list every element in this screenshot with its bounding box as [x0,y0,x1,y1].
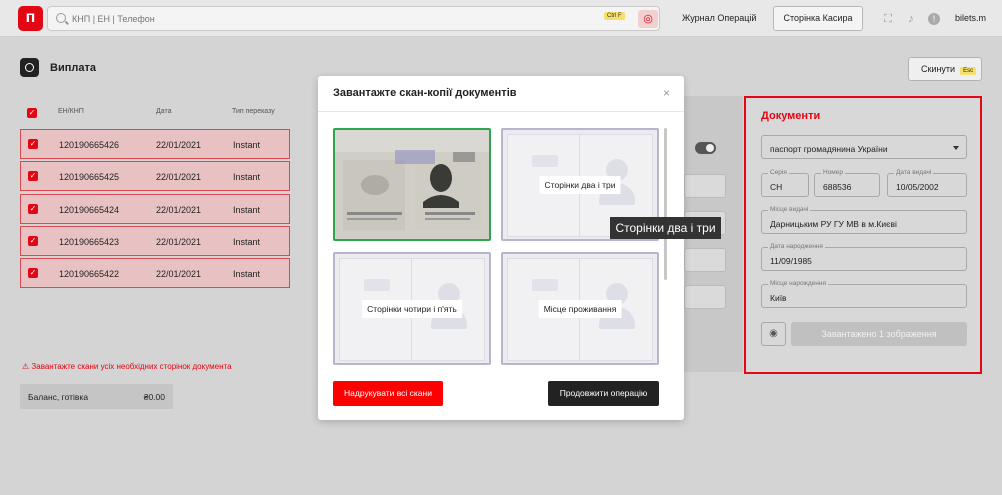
column-header-type: Тип переказу [232,108,275,115]
modal-divider [318,111,684,112]
issued-by-value: Дарницьким РУ ГУ МВ в м.Києві [770,219,897,229]
print-all-button[interactable]: Надрукувати всі скани [333,381,443,406]
table-row[interactable]: ✓ 120190665423 22/01/2021 Instant [20,226,290,256]
journal-link[interactable]: Журнал Операцій [682,13,756,23]
close-icon[interactable]: × [663,86,670,100]
modal-scrollbar[interactable] [664,128,667,280]
search-box[interactable]: Ctrl F ◎ [47,6,660,31]
row-checkbox[interactable]: ✓ [28,268,38,278]
row-id: 120190665424 [59,205,120,215]
number-value: 688536 [823,182,852,192]
series-value: СН [770,182,783,192]
scan-icon[interactable]: ◎ [638,10,658,28]
form-field[interactable] [684,248,726,272]
table-row[interactable]: ✓ 120190665424 22/01/2021 Instant [20,194,290,224]
birth-place-field[interactable]: Місце нарождення Київ [761,280,967,308]
series-field[interactable]: Серія СН [761,169,809,197]
scan-card-pages-4-5[interactable]: Сторінки чотири і п'ять [333,252,491,365]
reset-shortcut-badge: Esc [960,67,977,75]
series-label: Серія [768,169,789,176]
row-id: 120190665422 [59,269,120,279]
reset-label: Скинути [921,64,956,74]
app-logo[interactable]: п [18,6,43,31]
user-name[interactable]: bilets.m [955,13,986,23]
scan-card-residence[interactable]: Місце проживання [501,252,659,365]
birth-place-value: Київ [770,293,787,303]
payout-icon [20,58,39,77]
bell-icon[interactable]: ♪ [905,13,917,25]
row-checkbox[interactable]: ✓ [28,204,38,214]
row-date: 22/01/2021 [156,140,202,150]
issue-date-field[interactable]: Дата видачі 10/05/2002 [887,169,967,197]
search-input[interactable] [72,11,572,27]
card-label: Сторінки чотири і п'ять [362,299,462,318]
loaded-images-button[interactable]: Завантажено 1 зображення [791,322,967,346]
table-row[interactable]: ✓ 120190665426 22/01/2021 Instant [20,129,290,159]
toggle-switch[interactable] [695,142,716,154]
card-label: Сторінки два і три [539,175,621,194]
tooltip: Сторінки два і три [610,217,721,239]
form-field[interactable] [684,174,726,198]
search-icon [56,13,66,23]
issued-by-field[interactable]: Місце видачі Дарницьким РУ ГУ МВ в м.Києв… [761,206,967,234]
balance-value: ₴0.00 [143,392,165,402]
row-type: Instant [233,172,261,182]
column-header-date: Дата [156,108,172,115]
modal-title: Завантажте скан-копії документів [333,87,517,99]
alert-icon[interactable]: ! [928,13,940,25]
reset-button[interactable]: Скинути Esc [908,57,982,81]
flag-icon [532,155,558,167]
continue-button[interactable]: Продовжити операцію [548,381,659,406]
number-field[interactable]: Номер 688536 [814,169,880,197]
row-date: 22/01/2021 [156,269,202,279]
row-id: 120190665425 [59,172,120,182]
chevron-down-icon [953,146,959,150]
number-label: Номер [821,169,846,176]
balance-label: Баланс, готівка [28,392,89,402]
row-id: 120190665426 [59,140,120,150]
documents-title: Документи [761,110,821,122]
form-field[interactable] [684,285,726,309]
row-date: 22/01/2021 [156,237,202,247]
scan-card-passport-photo[interactable] [333,128,491,241]
scan-warning: ⚠ Завантажте скани усіх необхідних сторі… [22,362,232,371]
row-type: Instant [233,269,261,279]
issue-date-label: Дата видачі [894,169,934,176]
birth-date-label: Дата народження [768,243,825,250]
issued-by-label: Місце видачі [768,206,811,213]
document-type-select[interactable]: паспорт громадянина України [761,135,967,159]
row-checkbox[interactable]: ✓ [28,236,38,246]
upload-scans-modal: Завантажте скан-копії документів × Сторі… [318,76,684,420]
row-checkbox[interactable]: ✓ [28,171,38,181]
row-type: Instant [233,237,261,247]
warning-icon: ⚠ [22,362,30,371]
table-row[interactable]: ✓ 120190665425 22/01/2021 Instant [20,161,290,191]
fullscreen-icon[interactable]: ⛶ [882,13,894,25]
row-date: 22/01/2021 [156,205,202,215]
balance-box: Баланс, готівка ₴0.00 [20,384,173,409]
row-type: Instant [233,205,261,215]
documents-panel: Документи паспорт громадянина України Се… [744,96,982,374]
flag-icon [364,279,390,291]
flag-icon [532,279,558,291]
page-title: Виплата [50,62,96,74]
issue-date-value: 10/05/2002 [896,182,939,192]
row-checkbox[interactable]: ✓ [28,139,38,149]
search-shortcut-badge: Ctrl F [604,12,625,20]
column-header-id: ЕН/КНП [58,108,84,115]
passport-scan-image [335,130,489,239]
select-all-checkbox[interactable]: ✓ [27,108,37,118]
card-label: Місце проживання [538,299,622,318]
row-date: 22/01/2021 [156,172,202,182]
birth-date-value: 11/09/1985 [770,256,812,266]
birth-date-field[interactable]: Дата народження 11/09/1985 [761,243,967,271]
table-row[interactable]: ✓ 120190665422 22/01/2021 Instant [20,258,290,288]
row-type: Instant [233,140,261,150]
birth-place-label: Місце нарождення [768,280,828,287]
cashier-page-button[interactable]: Сторінка Касира [773,6,863,31]
document-type-value: паспорт громадянина України [770,144,888,154]
warning-text: Завантажте скани усіх необхідних сторіно… [31,362,232,371]
eye-icon[interactable]: ◉ [761,322,786,346]
row-id: 120190665423 [59,237,120,247]
